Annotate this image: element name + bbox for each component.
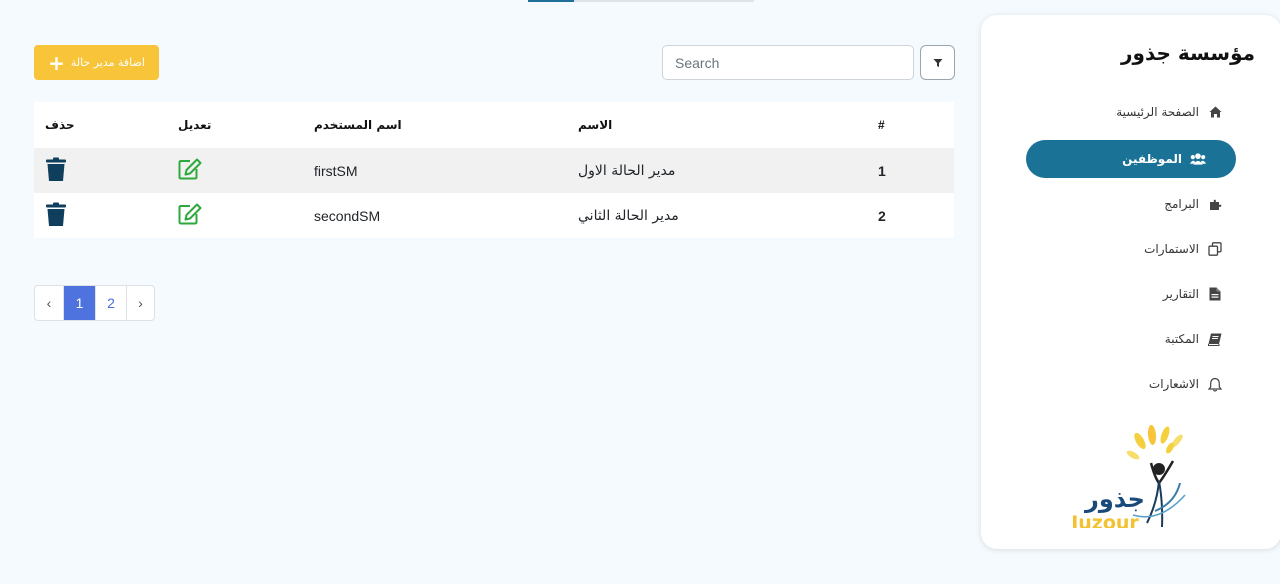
trash-icon[interactable] [45, 157, 67, 185]
users-icon [1190, 151, 1206, 167]
search-input[interactable] [662, 45, 914, 80]
index-cell: 1 [868, 148, 954, 193]
edit-icon[interactable] [178, 203, 202, 228]
juzour-logo: جذور Juzour [1065, 423, 1195, 534]
delete-cell [34, 148, 168, 193]
edit-cell [168, 193, 304, 238]
sidebar-item-label: المكتبة [1164, 332, 1199, 346]
home-icon [1207, 104, 1223, 120]
sidebar-item-notifications[interactable]: الاشعارات [1149, 365, 1223, 403]
sidebar-item-label: الصفحة الرئيسية [1116, 105, 1199, 119]
edit-cell [168, 148, 304, 193]
header-name: الاسم [578, 118, 613, 132]
logo-arabic-text: جذور [1084, 485, 1145, 513]
book-icon [1207, 331, 1223, 347]
sidebar: مؤسسة جذور الصفحة الرئيسية الموظفين البر… [981, 15, 1280, 549]
username-cell: firstSM [304, 148, 568, 193]
filter-icon [933, 53, 943, 72]
filter-button[interactable] [920, 45, 955, 80]
puzzle-icon [1207, 196, 1223, 212]
org-title: مؤسسة جذور [1121, 41, 1255, 65]
bell-icon [1207, 376, 1223, 392]
sidebar-item-employees[interactable]: الموظفين [1026, 140, 1236, 178]
delete-cell [34, 193, 168, 238]
header-username: اسم المستخدم [314, 118, 402, 132]
sidebar-item-home[interactable]: الصفحة الرئيسية [1116, 93, 1223, 131]
edit-icon[interactable] [178, 158, 202, 183]
sidebar-item-label: الموظفين [1122, 152, 1182, 166]
sidebar-item-label: التقارير [1162, 287, 1199, 301]
top-tab-indicator [528, 0, 754, 2]
sidebar-item-library[interactable]: المكتبة [1165, 320, 1223, 358]
username-cell: secondSM [314, 207, 381, 224]
trash-icon[interactable] [45, 202, 67, 230]
sidebar-item-reports[interactable]: التقارير [1163, 275, 1223, 313]
pagination-page-1[interactable]: 1 [63, 286, 95, 320]
index-cell: 2 [878, 207, 886, 224]
sidebar-item-forms[interactable]: الاستمارات [1144, 230, 1223, 268]
logo-latin-text: Juzour [1069, 512, 1139, 528]
sidebar-item-label: الاستمارات [1144, 242, 1199, 256]
plus-icon: + [48, 50, 65, 75]
pagination: ‹ 1 2 › [34, 285, 155, 321]
sidebar-item-label: الاشعارات [1148, 377, 1199, 391]
copy-icon [1207, 241, 1223, 257]
add-button-label: اضافة مدير حالة [70, 56, 145, 69]
header-delete: حذف [45, 118, 75, 132]
pagination-page-2[interactable]: 2 [95, 286, 126, 320]
table-row: firstSM مدير الحالة الاول 1 [34, 148, 954, 193]
name-cell: مدير الحالة الثاني [578, 207, 679, 224]
header-index: # [878, 118, 885, 132]
pagination-prev[interactable]: ‹ [35, 286, 63, 320]
table-row: secondSM مدير الحالة الثاني 2 [34, 193, 954, 238]
sidebar-item-label: البرامج [1164, 197, 1199, 211]
sidebar-item-programs[interactable]: البرامج [1164, 185, 1223, 223]
case-managers-table: حذف تعديل اسم المستخدم الاسم # firstSM م… [34, 102, 954, 238]
table-header-row: حذف تعديل اسم المستخدم الاسم # [34, 102, 954, 148]
add-case-manager-button[interactable]: اضافة مدير حالة + [34, 45, 159, 80]
header-edit: تعديل [178, 118, 212, 132]
name-cell: مدير الحالة الاول [568, 148, 868, 193]
pagination-next[interactable]: › [126, 286, 154, 320]
file-icon [1207, 286, 1223, 302]
